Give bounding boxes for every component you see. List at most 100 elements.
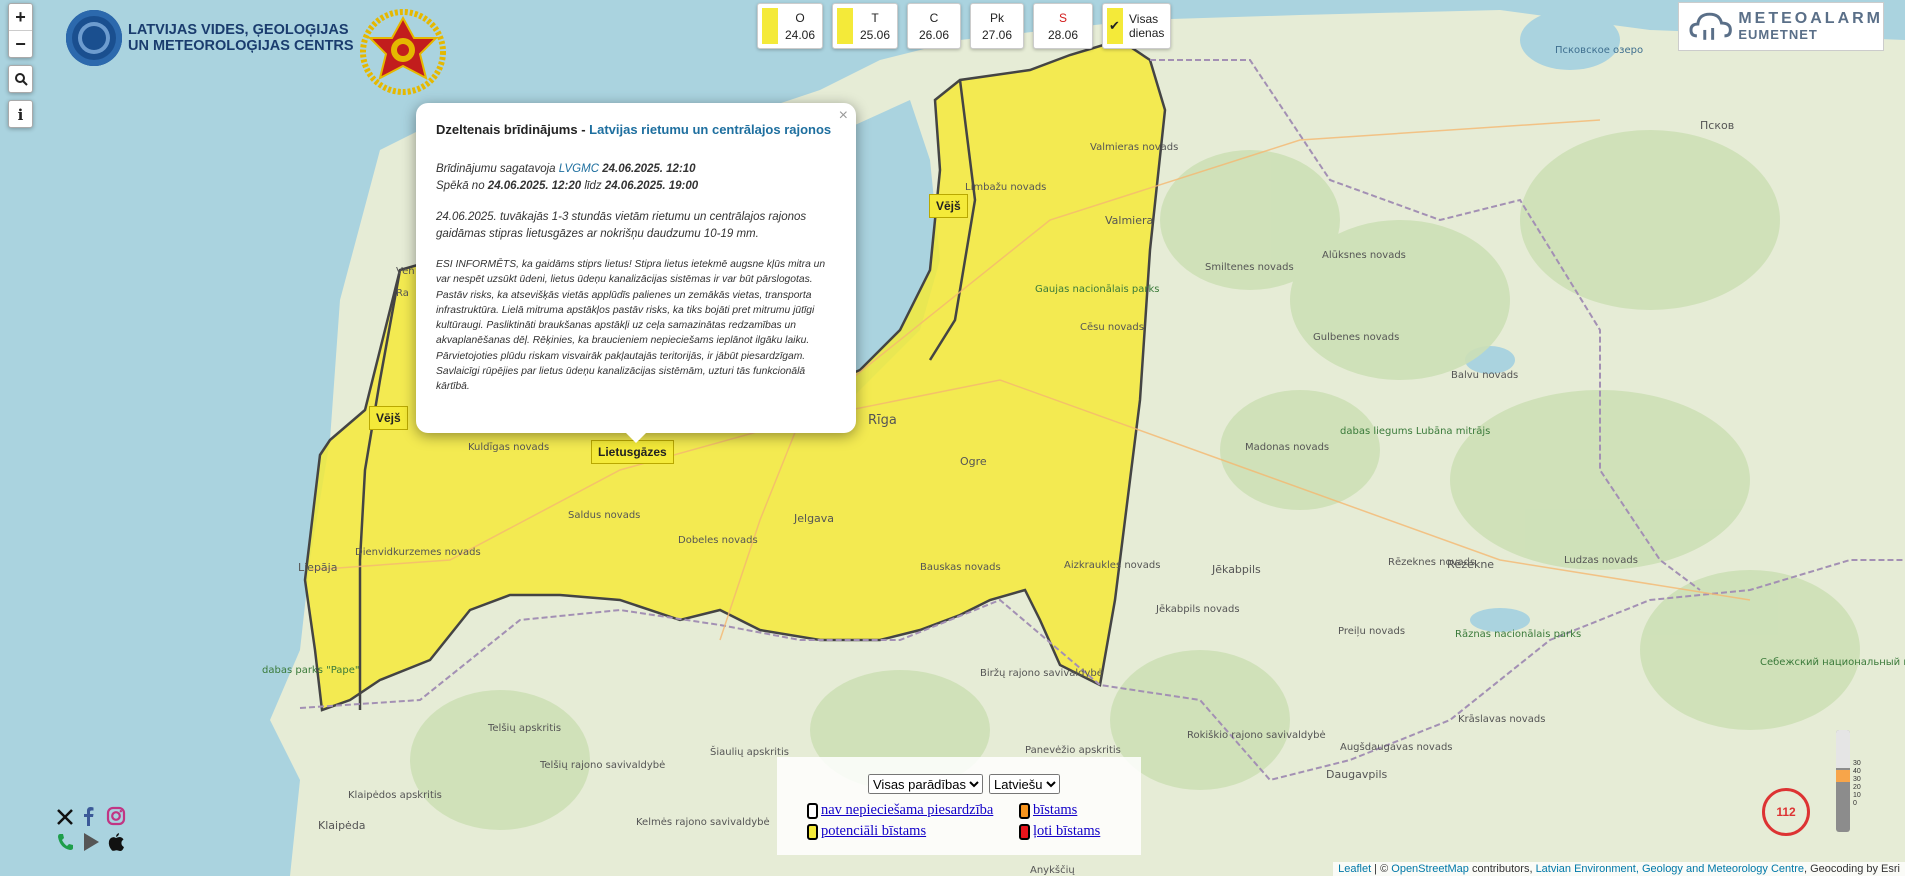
scale-value: 20 [1853, 784, 1861, 791]
day-1-date: 25.06 [859, 27, 891, 42]
popup-tip [626, 433, 646, 443]
prepared-time: 24.06.2025. 12:10 [602, 163, 696, 175]
language-select[interactable]: Latviešu [989, 774, 1060, 794]
place-rokiskio: Rokiškio rajono savivaldybė [1187, 729, 1326, 741]
day-tab-2[interactable]: C 26.06 [907, 3, 961, 49]
lvgmc-link[interactable]: Latvian Environment, Geology and Meteoro… [1536, 863, 1804, 875]
legend-item-orange: bīstams [1019, 802, 1139, 819]
legend-link-red[interactable]: ļoti bīstams [1033, 823, 1100, 840]
osm-link[interactable]: OpenStreetMap [1391, 863, 1469, 875]
legend-swatch-orange [1019, 802, 1030, 819]
meteoalarm-logo[interactable]: METEOALARM EUMETNET [1678, 2, 1884, 51]
place-jekabpils: Jēkabpils [1211, 563, 1261, 576]
place-telsiu: Telšių apskritis [487, 722, 561, 734]
popup-region-link[interactable]: Latvijas rietumu un centrālajos rajonos [589, 122, 831, 137]
map-attribution: Leaflet | © OpenStreetMap contributors, … [1333, 862, 1905, 876]
fire-rescue-emblem-icon [360, 9, 446, 95]
place-pskov: Псков [1700, 119, 1734, 132]
search-button[interactable] [9, 66, 32, 92]
info-button[interactable]: i [9, 101, 32, 127]
place-lubana: dabas liegums Lubāna mitrājs [1340, 426, 1490, 437]
legend-swatch-yellow [807, 823, 818, 840]
day-1-letter: T [871, 10, 879, 25]
warning-label-wind-west[interactable]: Vējš [369, 406, 408, 430]
all-days-toggle[interactable]: Visasdienas [1102, 3, 1172, 49]
warning-label-wind-east[interactable]: Vējš [929, 194, 968, 218]
day-tab-4[interactable]: S 28.06 [1033, 3, 1093, 49]
place-smiltenes-novads: Smiltenes novads [1205, 262, 1294, 273]
place-anyksciu: Anykščių [1030, 864, 1075, 876]
precipitation-scale [1836, 730, 1850, 832]
facebook-icon[interactable] [81, 806, 95, 826]
day-0-level [762, 8, 778, 44]
map[interactable]: Rīga Jelgava Ogre Valmiera Liepāja Jēkab… [0, 0, 1905, 876]
phenomenon-filter-select[interactable]: Visas parādības [868, 774, 983, 794]
place-gaujas-park: Gaujas nacionālais parks [1035, 284, 1160, 295]
scale-value: 0 [1853, 800, 1857, 807]
place-madonas-novads: Madonas novads [1245, 442, 1329, 453]
apple-icon[interactable] [108, 832, 124, 852]
place-kraslavas-novads: Krāslavas novads [1458, 714, 1545, 725]
prepared-label: Brīdinājumu sagatavoja [436, 163, 559, 175]
popup-close-button[interactable]: × [839, 107, 848, 125]
legend-link-none[interactable]: nav nepieciešama piesardzība [821, 802, 993, 819]
lvgmc-logo-icon [66, 10, 122, 66]
popup-description: 24.06.2025. tuvākajās 1-3 stundās vietām… [436, 211, 807, 240]
day-0-date: 24.06 [784, 27, 816, 42]
popup-title: Dzeltenais brīdinājums - Latvijas rietum… [436, 121, 836, 139]
meteoalarm-title: METEOALARM [1738, 10, 1883, 27]
place-jekabpils-novads: Jēkabpils novads [1155, 604, 1240, 615]
place-riga: Rīga [868, 413, 897, 428]
day-2-letter: C [929, 10, 939, 25]
scale-numbers: 30 40 30 20 10 0 [1853, 760, 1861, 808]
day-3-date: 27.06 [981, 27, 1013, 42]
place-balvu-novads: Balvu novads [1451, 370, 1518, 381]
valid-to: 24.06.2025. 19:00 [604, 180, 699, 192]
legend-swatch-red [1019, 823, 1030, 840]
valid-from: 24.06.2025. 12:20 [487, 180, 582, 192]
leaflet-link[interactable]: Leaflet [1338, 863, 1371, 875]
place-panevezio: Panevėžio apskritis [1025, 744, 1121, 756]
scale-value: 30 [1853, 760, 1861, 767]
emergency-112-icon[interactable]: 112 [1762, 788, 1810, 836]
day-2-date: 26.06 [918, 27, 950, 42]
attrib-sep3: , Geocoding by Esri [1804, 863, 1900, 875]
attrib-sep1: | © [1371, 863, 1392, 875]
legend-link-yellow[interactable]: potenciāli bīstams [821, 823, 926, 840]
day-selector: O 24.06 T 25.06 C 26.06 Pk 27.06 S 28.06 Visa… [757, 3, 1172, 49]
google-play-icon[interactable] [82, 832, 100, 852]
place-ra: Ra [396, 288, 409, 299]
prepared-by-link[interactable]: LVGMC [559, 163, 599, 175]
warning-label-rain[interactable]: Lietusgāzes [591, 440, 674, 464]
instagram-icon[interactable] [106, 806, 126, 826]
day-tab-3[interactable]: Pk 27.06 [970, 3, 1024, 49]
place-klaipeda: Klaipėda [318, 819, 366, 832]
logo-line1: LATVIJAS VIDES, ĢEOLOĢIJAS [128, 22, 349, 38]
place-telsiu-raj: Telšių rajono savivaldybė [539, 759, 665, 771]
place-ven: Ven [396, 266, 415, 277]
popup-meta: Brīdinājumu sagatavoja LVGMC 24.06.2025.… [436, 161, 836, 195]
day-3-letter: Pk [989, 10, 1004, 25]
all-days-line2: dienas [1129, 26, 1165, 40]
place-liepaja: Liepāja [298, 561, 337, 574]
warning-popup: × Dzeltenais brīdinājums - Latvijas riet… [416, 103, 856, 443]
place-cesu-novads: Cēsu novads [1080, 322, 1144, 333]
day-tab-1[interactable]: T 25.06 [832, 3, 898, 49]
lvgmc-logo[interactable]: LATVIJAS VIDES, ĢEOLOĢIJAS UN METEOROLOĢ… [66, 10, 354, 66]
attrib-sep2: contributors, [1468, 863, 1536, 875]
info-icon: i [17, 106, 24, 124]
x-icon[interactable] [56, 808, 74, 826]
phone-icon[interactable] [56, 832, 74, 852]
place-gulbenes-novads: Gulbenes novads [1313, 332, 1399, 343]
scale-value: 10 [1853, 792, 1861, 799]
day-tab-0[interactable]: O 24.06 [757, 3, 823, 49]
place-limbazu-novads: Limbažu novads [965, 181, 1046, 193]
place-valmiera: Valmiera [1105, 214, 1153, 227]
legend-link-orange[interactable]: bīstams [1033, 802, 1077, 819]
zoom-out-button[interactable]: − [9, 30, 32, 57]
place-ogre: Ogre [960, 455, 987, 468]
place-birzu: Biržų rajono savivaldybė [980, 667, 1103, 679]
place-daugavpils: Daugavpils [1326, 768, 1388, 781]
zoom-in-button[interactable]: + [9, 4, 32, 30]
scale-value: 40 [1853, 768, 1861, 775]
